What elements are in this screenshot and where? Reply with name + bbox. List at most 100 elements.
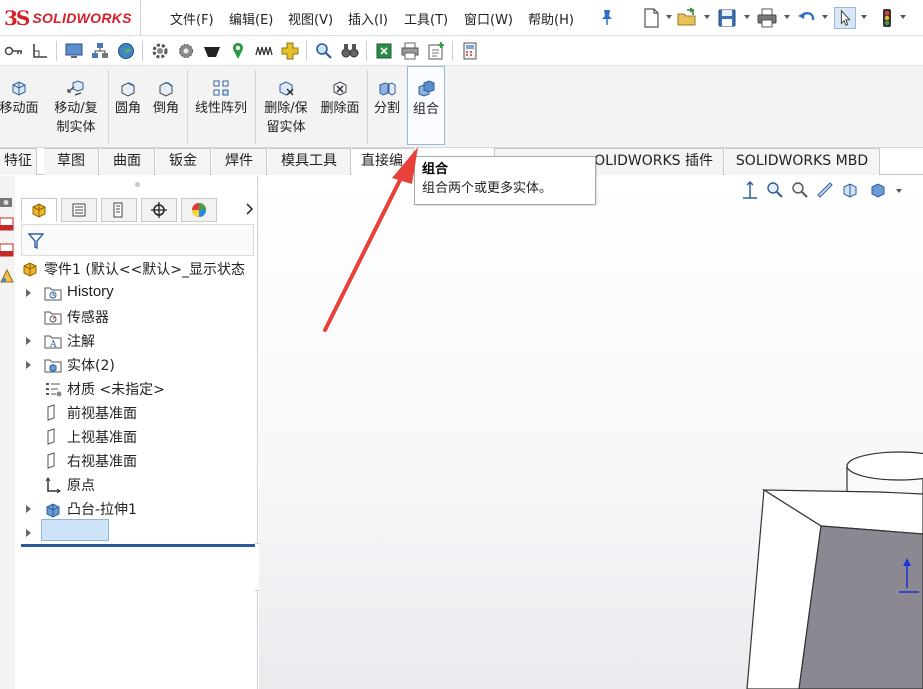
menu-insert[interactable]: 插入(I): [348, 9, 388, 28]
tree-item-plane[interactable]: 右视基准面: [17, 450, 258, 472]
appearance-icon[interactable]: [0, 268, 14, 284]
undo-icon[interactable]: [796, 7, 818, 29]
graphics-area[interactable]: [259, 176, 923, 689]
tab-solidworks-mbd[interactable]: SOLIDWORKS MBD: [725, 148, 880, 175]
block-front-face: [798, 525, 923, 689]
tab-surfaces[interactable]: 曲面: [100, 148, 155, 175]
tab-propertymanager[interactable]: [61, 198, 97, 222]
print-icon[interactable]: [756, 7, 778, 29]
cog-icon[interactable]: [176, 41, 196, 61]
3d-pdf-export-icon[interactable]: [0, 242, 14, 258]
wave-icon[interactable]: [254, 41, 274, 61]
menu-window[interactable]: 窗口(W): [464, 9, 513, 28]
panel-grip[interactable]: [135, 182, 140, 187]
split-button[interactable]: 分割: [371, 66, 403, 146]
delete-keep-body-button[interactable]: 删除/保 留实体: [259, 66, 313, 146]
display-style-icon[interactable]: [868, 180, 888, 200]
toolbar-separator: [452, 41, 453, 61]
location-pin-icon[interactable]: [228, 41, 248, 61]
rollback-bar[interactable]: [21, 544, 255, 547]
move-face-button[interactable]: 移动面: [0, 66, 42, 146]
assembly-tree-icon[interactable]: [90, 41, 110, 61]
expand-arrow-icon[interactable]: [26, 505, 31, 513]
monitor-icon[interactable]: [64, 41, 84, 61]
new-document-icon[interactable]: [640, 7, 662, 29]
chevron-right-icon[interactable]: [245, 202, 255, 216]
zoom-icon[interactable]: [314, 41, 334, 61]
tree-item-sensor-folder[interactable]: 传感器: [17, 306, 258, 328]
tree-item-plane[interactable]: 上视基准面: [17, 426, 258, 448]
camera-icon[interactable]: [0, 194, 14, 210]
tab-mold-tools[interactable]: 模具工具: [268, 148, 351, 175]
menu-tools[interactable]: 工具(T): [404, 9, 448, 28]
zoom-to-fit-icon[interactable]: [740, 180, 760, 200]
tree-item-history-folder[interactable]: History: [17, 282, 258, 304]
tree-item-material[interactable]: 材质 <未指定>: [17, 378, 258, 400]
expand-arrow-icon[interactable]: [26, 361, 31, 369]
section-view-icon[interactable]: [815, 180, 835, 200]
cross-icon[interactable]: [280, 41, 300, 61]
expand-arrow-icon[interactable]: [26, 337, 31, 345]
select-cursor-icon[interactable]: [834, 7, 856, 29]
menu-edit[interactable]: 编辑(E): [229, 9, 273, 28]
printer-icon[interactable]: [400, 41, 420, 61]
solidworks-logo[interactable]: 3S SOLIDWORKS: [4, 6, 132, 30]
binoculars-icon[interactable]: [340, 41, 360, 61]
combine-button[interactable]: 组合: [407, 66, 445, 145]
expand-arrow-icon[interactable]: [26, 529, 31, 537]
previous-view-icon[interactable]: [790, 180, 810, 200]
tab-configurationmanager[interactable]: [101, 198, 137, 222]
save-icon[interactable]: [716, 7, 738, 29]
feature-filter-box[interactable]: [21, 224, 254, 256]
3d-model[interactable]: [259, 176, 923, 689]
open-dropdown-caret[interactable]: [704, 15, 710, 19]
menu-view[interactable]: 视图(V): [288, 9, 333, 28]
tab-featuremanager[interactable]: [21, 198, 57, 222]
tree-item-solid-bodies-folder[interactable]: 实体(2): [17, 354, 258, 376]
zoom-area-icon[interactable]: [765, 180, 785, 200]
angle-dimension-icon[interactable]: [30, 41, 50, 61]
gear-icon[interactable]: [150, 41, 170, 61]
tab-dimxpertmanager[interactable]: [141, 198, 177, 222]
open-folder-icon[interactable]: [676, 7, 698, 29]
key-icon[interactable]: [4, 41, 24, 61]
fillet-button[interactable]: 圆角: [112, 66, 144, 146]
bowl-icon[interactable]: [202, 41, 222, 61]
tab-sheet-metal[interactable]: 钣金: [156, 148, 211, 175]
chamfer-label: 倒角: [152, 101, 179, 116]
tree-item-boss-extrude[interactable]: 凸台-拉伸1: [17, 498, 258, 520]
new-dropdown-caret[interactable]: [666, 15, 672, 19]
undo-dropdown-caret[interactable]: [822, 15, 828, 19]
save-dropdown-caret[interactable]: [744, 15, 750, 19]
chamfer-button[interactable]: 倒角: [150, 66, 182, 146]
tab-features[interactable]: 特征: [0, 148, 37, 175]
traffic-light-icon[interactable]: [876, 7, 898, 29]
add-sheet-icon[interactable]: [426, 41, 446, 61]
print-dropdown-caret[interactable]: [784, 15, 790, 19]
3d-pdf-icon[interactable]: [0, 216, 14, 232]
menu-help[interactable]: 帮助(H): [528, 9, 574, 28]
display-style-dropdown-caret[interactable]: [896, 189, 902, 193]
linear-pattern-button[interactable]: 线性阵列: [190, 66, 252, 146]
tab-weldments[interactable]: 焊件: [212, 148, 267, 175]
menu-file[interactable]: 文件(F): [170, 9, 214, 28]
tree-item-origin[interactable]: 原点: [17, 474, 258, 496]
select-dropdown-caret[interactable]: [861, 15, 867, 19]
calculator-icon[interactable]: [460, 41, 480, 61]
tab-sketch[interactable]: 草图: [44, 148, 99, 175]
tab-direct-editing[interactable]: 直接编: [352, 148, 414, 175]
delete-face-button[interactable]: 删除面: [317, 66, 363, 146]
tree-item-annotation-folder[interactable]: A 注解: [17, 330, 258, 352]
move-copy-body-button[interactable]: 移动/复 制实体: [50, 66, 102, 146]
expand-arrow-icon[interactable]: [26, 289, 31, 297]
view-orientation-icon[interactable]: [840, 180, 860, 200]
globe-icon[interactable]: [116, 41, 136, 61]
tree-item-label: 前视基准面: [67, 406, 137, 422]
tree-root-part[interactable]: 零件1 (默认<<默认>_显示状态: [17, 258, 258, 280]
plane-icon: [47, 428, 55, 445]
pin-icon[interactable]: [600, 8, 614, 26]
tab-displaymanager[interactable]: [181, 198, 217, 222]
tree-item-plane[interactable]: 前视基准面: [17, 402, 258, 424]
spreadsheet-icon[interactable]: [374, 41, 394, 61]
options-dropdown-caret[interactable]: [900, 15, 906, 19]
